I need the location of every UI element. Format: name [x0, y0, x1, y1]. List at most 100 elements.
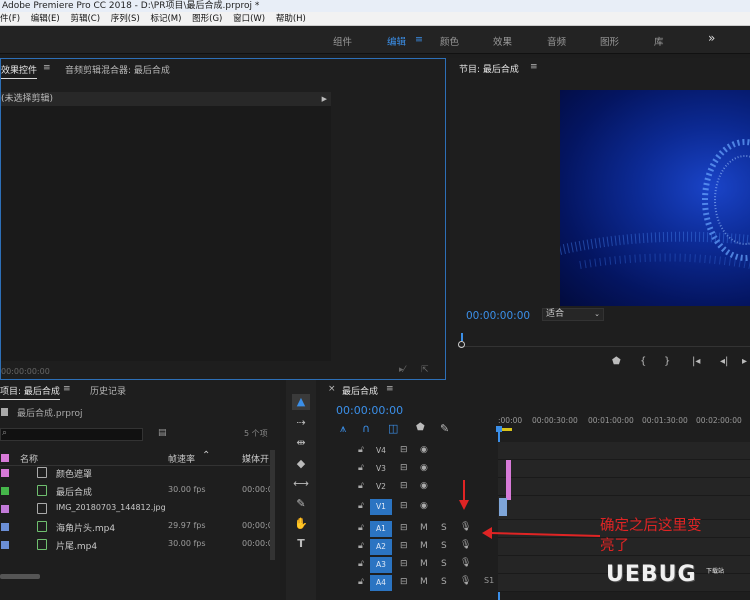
filter-icon[interactable]: ▸⁄ — [399, 365, 405, 375]
slip-icon[interactable]: ⟷ — [292, 476, 310, 492]
wrench-icon[interactable]: ✎ — [440, 422, 449, 435]
timeline-ruler[interactable]: :00:00 00:00:30:00 00:01:00:00 00:01:30:… — [498, 410, 750, 432]
track-name[interactable]: A4 — [370, 575, 392, 591]
workspace-graphics[interactable]: 图形 — [600, 34, 619, 48]
lock-icon[interactable]: 🔓︎ — [358, 463, 364, 473]
sync-lock-icon[interactable]: ⊟ — [400, 481, 408, 491]
sync-lock-icon[interactable]: ⊟ — [400, 501, 408, 511]
lock-icon[interactable]: 🔓︎ — [358, 481, 364, 491]
snap-icon[interactable]: ∩ — [362, 422, 370, 435]
workspace-audio[interactable]: 音频 — [547, 34, 566, 48]
workspace-assembly[interactable]: 组件 — [333, 34, 352, 48]
type-tool-icon[interactable]: T — [292, 536, 310, 552]
solo-button[interactable]: S — [441, 541, 447, 551]
go-to-in-icon[interactable]: |◂ — [692, 356, 700, 367]
tab-program[interactable]: 节目: 最后合成 — [459, 62, 519, 75]
sync-lock-icon[interactable]: ⊟ — [400, 523, 408, 533]
selection-tool-icon[interactable]: ▲ — [292, 394, 310, 410]
menu-sequence[interactable]: 序列(S) — [111, 14, 140, 24]
mark-in-icon[interactable]: { — [640, 356, 646, 367]
project-menu-icon[interactable]: ≡ — [63, 384, 71, 394]
workspace-overflow-icon[interactable]: » — [708, 31, 715, 45]
menu-clip[interactable]: 剪辑(C) — [70, 14, 100, 24]
project-item[interactable]: 片尾.mp4 30.00 fps 00:00:0 — [0, 536, 273, 554]
solo-button[interactable]: S — [441, 577, 447, 587]
menu-edit[interactable]: 编辑(E) — [31, 14, 60, 24]
workspace-color[interactable]: 颜色 — [440, 34, 459, 48]
effect-controls-area[interactable] — [1, 106, 331, 361]
ripple-edit-icon[interactable]: ⇹ — [292, 435, 310, 451]
tab-project[interactable]: 项目: 最后合成 — [0, 384, 60, 400]
lock-icon[interactable]: 🔓︎ — [358, 559, 364, 569]
linked-selection-icon[interactable]: ◫ — [388, 422, 398, 435]
project-item[interactable]: 颜色遮罩 — [0, 464, 270, 482]
sequence-menu-icon[interactable]: ≡ — [386, 384, 394, 394]
project-item[interactable]: 最后合成 30.00 fps 00:00:0 — [0, 482, 273, 500]
track-select-icon[interactable]: ⇢ — [292, 415, 310, 431]
close-icon[interactable]: × — [328, 384, 336, 394]
mute-button[interactable]: M — [420, 559, 428, 569]
program-time-ruler[interactable] — [458, 333, 750, 348]
horizontal-scrollbar[interactable] — [0, 574, 40, 579]
tab-audio-clip-mixer[interactable]: 音频剪辑混合器: 最后合成 — [65, 63, 170, 76]
lock-icon[interactable]: 🔓︎ — [358, 523, 364, 533]
play-triangle-icon[interactable]: ▶ — [322, 92, 327, 106]
sort-up-icon[interactable]: ⌃ — [202, 450, 210, 461]
lock-icon[interactable]: 🔓︎ — [358, 445, 364, 455]
project-item[interactable]: IMG_20180703_144812.jpg — [0, 500, 270, 518]
mark-out-icon[interactable]: } — [664, 356, 670, 367]
sync-lock-icon[interactable]: ⊟ — [400, 559, 408, 569]
tab-sequence[interactable]: 最后合成 — [342, 384, 378, 397]
add-marker-icon[interactable]: ⬟ — [416, 422, 425, 433]
sync-lock-icon[interactable]: ⊟ — [400, 445, 408, 455]
lock-icon[interactable]: 🔓︎ — [358, 501, 364, 511]
lock-icon[interactable]: 🔓︎ — [358, 541, 364, 551]
track-name[interactable]: V1 — [370, 499, 392, 515]
export-icon[interactable]: ⇱ — [421, 365, 429, 375]
sync-lock-icon[interactable]: ⊟ — [400, 463, 408, 473]
playhead-handle[interactable] — [496, 426, 502, 432]
track-name[interactable]: V3 — [370, 461, 392, 477]
nest-icon[interactable]: ⩚ — [340, 422, 346, 436]
step-back-icon[interactable]: ◂| — [720, 356, 728, 367]
menu-window[interactable]: 窗口(W) — [233, 14, 265, 24]
timeline-timecode[interactable]: 00:00:00:00 — [336, 404, 403, 417]
workspace-editing[interactable]: 编辑 — [387, 34, 406, 48]
vertical-scrollbar[interactable] — [270, 450, 275, 560]
track-name[interactable]: V2 — [370, 479, 392, 495]
play-icon[interactable]: ▸ — [742, 356, 747, 367]
pen-icon[interactable]: ✎ — [292, 496, 310, 512]
tab-history[interactable]: 历史记录 — [90, 384, 126, 397]
lock-icon[interactable]: 🔓︎ — [358, 577, 364, 587]
track-name[interactable]: A1 — [370, 521, 392, 537]
track-name[interactable]: V4 — [370, 443, 392, 459]
menu-markers[interactable]: 标记(M) — [150, 14, 181, 24]
project-item[interactable]: 海角片头.mp4 29.97 fps 00;00;0 — [0, 518, 273, 536]
new-bin-icon[interactable]: ▤ — [158, 428, 167, 438]
workspace-libraries[interactable]: 库 — [654, 34, 664, 48]
workspace-menu-icon[interactable]: ≡ — [415, 34, 423, 45]
mute-button[interactable]: M — [420, 577, 428, 587]
track-name[interactable]: A3 — [370, 557, 392, 573]
fit-dropdown[interactable]: 适合 ⌄ — [542, 308, 604, 321]
project-search-input[interactable]: ⌕ — [0, 428, 143, 441]
tab-menu-icon[interactable]: ≡ — [43, 63, 51, 73]
solo-button[interactable]: S — [441, 523, 447, 533]
microphone-icon[interactable]: 🎙︎ — [460, 576, 471, 586]
eye-icon[interactable]: ◉ — [420, 481, 428, 491]
program-menu-icon[interactable]: ≡ — [530, 62, 538, 72]
solo-button[interactable]: S — [441, 559, 447, 569]
add-marker-icon[interactable]: ⬟ — [612, 356, 621, 367]
mute-button[interactable]: M — [420, 541, 428, 551]
menu-graphics[interactable]: 图形(G) — [192, 14, 222, 24]
mute-button[interactable]: M — [420, 523, 428, 533]
razor-icon[interactable]: ◆ — [292, 456, 310, 472]
sync-lock-icon[interactable]: ⊟ — [400, 541, 408, 551]
menu-help[interactable]: 帮助(H) — [276, 14, 306, 24]
eye-icon[interactable]: ◉ — [420, 463, 428, 473]
menu-file[interactable]: 件(F) — [0, 14, 20, 24]
sync-lock-icon[interactable]: ⊟ — [400, 577, 408, 587]
hand-icon[interactable]: ✋ — [292, 516, 310, 532]
tab-effect-controls[interactable]: 效果控件 — [1, 63, 38, 79]
track-name[interactable]: A2 — [370, 539, 392, 555]
